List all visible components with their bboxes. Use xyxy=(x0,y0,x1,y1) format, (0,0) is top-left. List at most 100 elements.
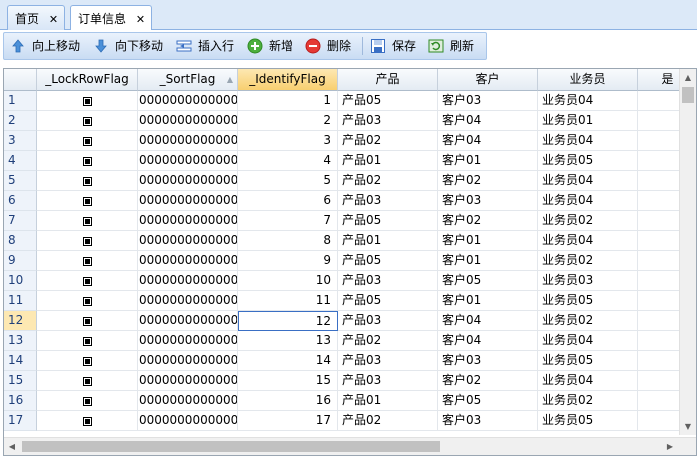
salesperson-cell[interactable]: 业务员05 xyxy=(538,351,638,371)
lock-flag-cell[interactable] xyxy=(37,371,138,391)
checkbox-icon[interactable] xyxy=(82,157,92,166)
customer-cell[interactable]: 客户03 xyxy=(438,351,538,371)
customer-cell[interactable]: 客户04 xyxy=(438,111,538,131)
column-header-product[interactable]: 产品 xyxy=(338,69,438,91)
product-cell[interactable]: 产品03 xyxy=(338,351,438,371)
identify-flag-cell[interactable]: 6 xyxy=(238,191,338,211)
salesperson-cell[interactable]: 业务员02 xyxy=(538,391,638,411)
salesperson-cell[interactable]: 业务员04 xyxy=(538,91,638,111)
salesperson-cell[interactable]: 业务员04 xyxy=(538,371,638,391)
sort-flag-cell[interactable]: 0000000000000 xyxy=(138,191,238,211)
lock-flag-cell[interactable] xyxy=(37,151,138,171)
vertical-scrollbar[interactable]: ▲ ▼ xyxy=(679,69,696,435)
lock-flag-cell[interactable] xyxy=(37,291,138,311)
product-cell[interactable]: 产品03 xyxy=(338,271,438,291)
sort-flag-cell[interactable]: 0000000000000 xyxy=(138,231,238,251)
customer-cell[interactable]: 客户03 xyxy=(438,91,538,111)
customer-cell[interactable]: 客户01 xyxy=(438,251,538,271)
salesperson-cell[interactable]: 业务员02 xyxy=(538,311,638,331)
salesperson-cell[interactable]: 业务员04 xyxy=(538,331,638,351)
scroll-left-icon[interactable]: ◀ xyxy=(4,438,20,455)
salesperson-cell[interactable]: 业务员05 xyxy=(538,151,638,171)
lock-flag-cell[interactable] xyxy=(37,351,138,371)
identify-flag-cell[interactable]: 16 xyxy=(238,391,338,411)
row-header[interactable]: 15 xyxy=(4,371,37,391)
row-header[interactable]: 6 xyxy=(4,191,37,211)
checkbox-icon[interactable] xyxy=(82,417,92,426)
lock-flag-cell[interactable] xyxy=(37,91,138,111)
insert-row-button[interactable]: 插入行 xyxy=(176,33,240,59)
product-cell[interactable]: 产品01 xyxy=(338,231,438,251)
sort-flag-cell[interactable]: 0000000000000 xyxy=(138,111,238,131)
identify-flag-cell[interactable]: 10 xyxy=(238,271,338,291)
move-up-button[interactable]: 向上移动 xyxy=(10,33,88,59)
salesperson-cell[interactable]: 业务员03 xyxy=(538,271,638,291)
row-header[interactable]: 5 xyxy=(4,171,37,191)
column-header-sortflag[interactable]: _SortFlag ▲ xyxy=(138,69,238,91)
sort-flag-cell[interactable]: 0000000000000 xyxy=(138,251,238,271)
vertical-scroll-thumb[interactable] xyxy=(682,87,694,103)
sort-flag-cell[interactable]: 0000000000000 xyxy=(138,331,238,351)
checkbox-icon[interactable] xyxy=(82,97,92,106)
checkbox-icon[interactable] xyxy=(82,197,92,206)
salesperson-cell[interactable]: 业务员04 xyxy=(538,131,638,151)
lock-flag-cell[interactable] xyxy=(37,111,138,131)
checkbox-icon[interactable] xyxy=(82,237,92,246)
row-header[interactable]: 1 xyxy=(4,91,37,111)
identify-flag-cell[interactable]: 3 xyxy=(238,131,338,151)
product-cell[interactable]: 产品05 xyxy=(338,291,438,311)
customer-cell[interactable]: 客户05 xyxy=(438,271,538,291)
checkbox-icon[interactable] xyxy=(82,357,92,366)
customer-cell[interactable]: 客户01 xyxy=(438,231,538,251)
product-cell[interactable]: 产品03 xyxy=(338,311,438,331)
salesperson-cell[interactable]: 业务员04 xyxy=(538,191,638,211)
salesperson-cell[interactable]: 业务员05 xyxy=(538,291,638,311)
lock-flag-cell[interactable] xyxy=(37,231,138,251)
product-cell[interactable]: 产品05 xyxy=(338,251,438,271)
checkbox-icon[interactable] xyxy=(82,217,92,226)
row-header[interactable]: 11 xyxy=(4,291,37,311)
salesperson-cell[interactable]: 业务员05 xyxy=(538,411,638,431)
checkbox-icon[interactable] xyxy=(82,377,92,386)
identify-flag-cell[interactable]: 8 xyxy=(238,231,338,251)
tab-order-info[interactable]: 订单信息 ✕ xyxy=(70,5,153,31)
order-grid[interactable]: _LockRowFlag _SortFlag ▲ _IdentifyFlag 产… xyxy=(3,68,697,456)
salesperson-cell[interactable]: 业务员04 xyxy=(538,231,638,251)
checkbox-icon[interactable] xyxy=(82,117,92,126)
customer-cell[interactable]: 客户02 xyxy=(438,211,538,231)
lock-flag-cell[interactable] xyxy=(37,311,138,331)
move-down-button[interactable]: 向下移动 xyxy=(93,33,171,59)
row-header[interactable]: 12 xyxy=(4,311,37,331)
sort-flag-cell[interactable]: 0000000000000 xyxy=(138,151,238,171)
row-header[interactable]: 16 xyxy=(4,391,37,411)
checkbox-icon[interactable] xyxy=(82,257,92,266)
customer-cell[interactable]: 客户04 xyxy=(438,331,538,351)
product-cell[interactable]: 产品01 xyxy=(338,151,438,171)
salesperson-cell[interactable]: 业务员02 xyxy=(538,211,638,231)
identify-flag-cell[interactable]: 4 xyxy=(238,151,338,171)
horizontal-scroll-thumb[interactable] xyxy=(22,441,440,452)
product-cell[interactable]: 产品05 xyxy=(338,211,438,231)
product-cell[interactable]: 产品03 xyxy=(338,371,438,391)
salesperson-cell[interactable]: 业务员04 xyxy=(538,171,638,191)
customer-cell[interactable]: 客户01 xyxy=(438,291,538,311)
add-button[interactable]: 新增 xyxy=(247,33,299,59)
row-header[interactable]: 13 xyxy=(4,331,37,351)
lock-flag-cell[interactable] xyxy=(37,211,138,231)
tab-home[interactable]: 首页 ✕ xyxy=(7,5,66,30)
identify-flag-cell[interactable]: 12 xyxy=(238,311,338,331)
lock-flag-cell[interactable] xyxy=(37,271,138,291)
sort-flag-cell[interactable]: 0000000000000 xyxy=(138,411,238,431)
sort-flag-cell[interactable]: 0000000000000 xyxy=(138,171,238,191)
customer-cell[interactable]: 客户03 xyxy=(438,191,538,211)
sort-flag-cell[interactable]: 0000000000000 xyxy=(138,391,238,411)
row-header[interactable]: 4 xyxy=(4,151,37,171)
row-header[interactable]: 10 xyxy=(4,271,37,291)
identify-flag-cell[interactable]: 13 xyxy=(238,331,338,351)
sort-flag-cell[interactable]: 0000000000000 xyxy=(138,131,238,151)
salesperson-cell[interactable]: 业务员02 xyxy=(538,251,638,271)
row-header[interactable]: 2 xyxy=(4,111,37,131)
save-button[interactable]: 保存 xyxy=(370,33,422,59)
horizontal-scrollbar[interactable]: ◀ ▶ xyxy=(4,437,696,455)
checkbox-icon[interactable] xyxy=(82,337,92,346)
